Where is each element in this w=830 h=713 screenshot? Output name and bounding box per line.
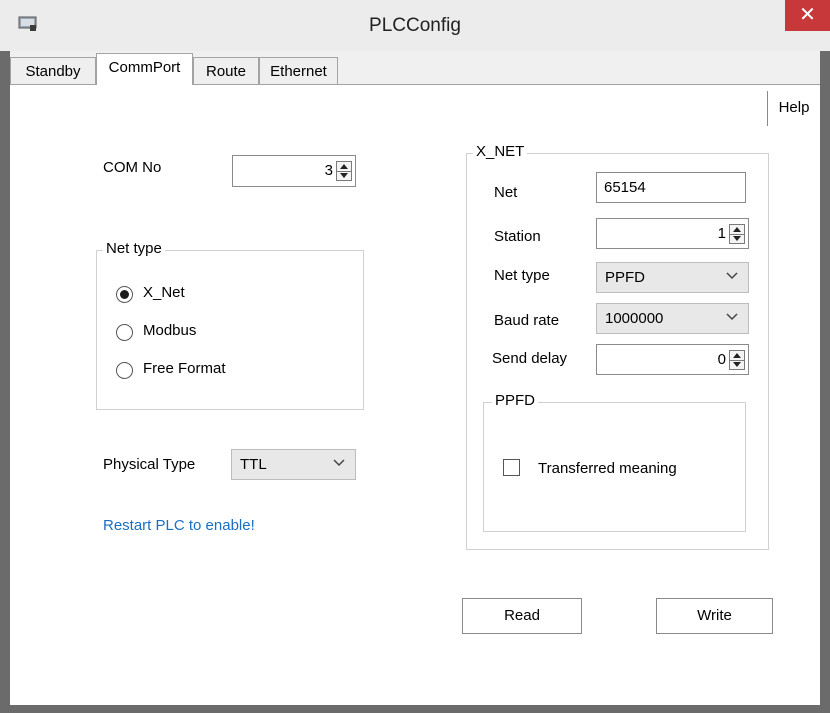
transferred-meaning-checkbox[interactable] bbox=[503, 459, 520, 476]
physical-type-select[interactable]: TTL bbox=[231, 449, 356, 480]
radio-selected-dot bbox=[120, 290, 129, 299]
tab-label: CommPort bbox=[108, 59, 181, 76]
spin-arrows-icon[interactable] bbox=[729, 350, 745, 370]
station-stepper[interactable]: 1 bbox=[596, 218, 749, 249]
help-label: Help bbox=[778, 99, 810, 116]
radio-modbus[interactable] bbox=[116, 324, 133, 341]
spin-arrows-icon[interactable] bbox=[336, 161, 352, 181]
send-delay-stepper[interactable]: 0 bbox=[596, 344, 749, 375]
send-delay-label: Send delay bbox=[492, 350, 568, 367]
physical-type-label: Physical Type bbox=[103, 456, 196, 473]
radio-x-net[interactable] bbox=[116, 286, 133, 303]
radio-free-format-label[interactable]: Free Format bbox=[143, 360, 226, 377]
radio-free-format[interactable] bbox=[116, 362, 133, 379]
baud-rate-select[interactable]: 1000000 bbox=[596, 303, 749, 334]
net-field[interactable]: 65154 bbox=[596, 172, 746, 203]
tab-commport[interactable]: CommPort bbox=[96, 53, 193, 85]
physical-type-value: TTL bbox=[240, 456, 267, 473]
close-icon: ✕ bbox=[799, 4, 816, 26]
net-type-value: PPFD bbox=[605, 269, 646, 286]
x-net-legend: X_NET bbox=[473, 143, 528, 160]
net-label: Net bbox=[494, 184, 518, 201]
com-no-label: COM No bbox=[103, 159, 162, 176]
net-type-group bbox=[96, 250, 364, 410]
tab-label: Ethernet bbox=[270, 63, 327, 80]
read-button[interactable]: Read bbox=[462, 598, 582, 634]
close-button[interactable]: ✕ bbox=[785, 0, 830, 31]
station-label: Station bbox=[494, 228, 541, 245]
tab-standby[interactable]: Standby bbox=[10, 57, 96, 84]
tab-route[interactable]: Route bbox=[193, 57, 259, 84]
net-type-label: Net type bbox=[494, 267, 550, 284]
radio-modbus-label[interactable]: Modbus bbox=[143, 322, 196, 339]
help-button[interactable]: Help bbox=[767, 91, 820, 126]
ppfd-legend: PPFD bbox=[492, 392, 539, 409]
spin-arrows-icon[interactable] bbox=[729, 224, 745, 244]
write-label: Write bbox=[697, 607, 732, 624]
radio-x-net-label[interactable]: X_Net bbox=[143, 284, 185, 301]
baud-rate-label: Baud rate bbox=[494, 312, 560, 329]
window-title: PLCConfig bbox=[369, 15, 461, 36]
station-value: 1 bbox=[717, 225, 726, 242]
tab-ethernet[interactable]: Ethernet bbox=[259, 57, 338, 84]
restart-note: Restart PLC to enable! bbox=[103, 517, 255, 534]
write-button[interactable]: Write bbox=[656, 598, 773, 634]
chevron-down-icon bbox=[333, 459, 345, 467]
net-type-legend: Net type bbox=[103, 240, 165, 257]
transferred-meaning-label[interactable]: Transferred meaning bbox=[538, 460, 677, 477]
read-label: Read bbox=[504, 607, 540, 624]
baud-rate-value: 1000000 bbox=[605, 310, 664, 327]
com-no-stepper[interactable]: 3 bbox=[232, 155, 356, 187]
com-no-value: 3 bbox=[324, 162, 333, 179]
tab-label: Route bbox=[205, 63, 247, 80]
chevron-down-icon bbox=[726, 272, 738, 280]
net-type-select[interactable]: PPFD bbox=[596, 262, 749, 293]
send-delay-value: 0 bbox=[717, 351, 726, 368]
tab-label: Standby bbox=[25, 63, 81, 80]
chevron-down-icon bbox=[726, 313, 738, 321]
